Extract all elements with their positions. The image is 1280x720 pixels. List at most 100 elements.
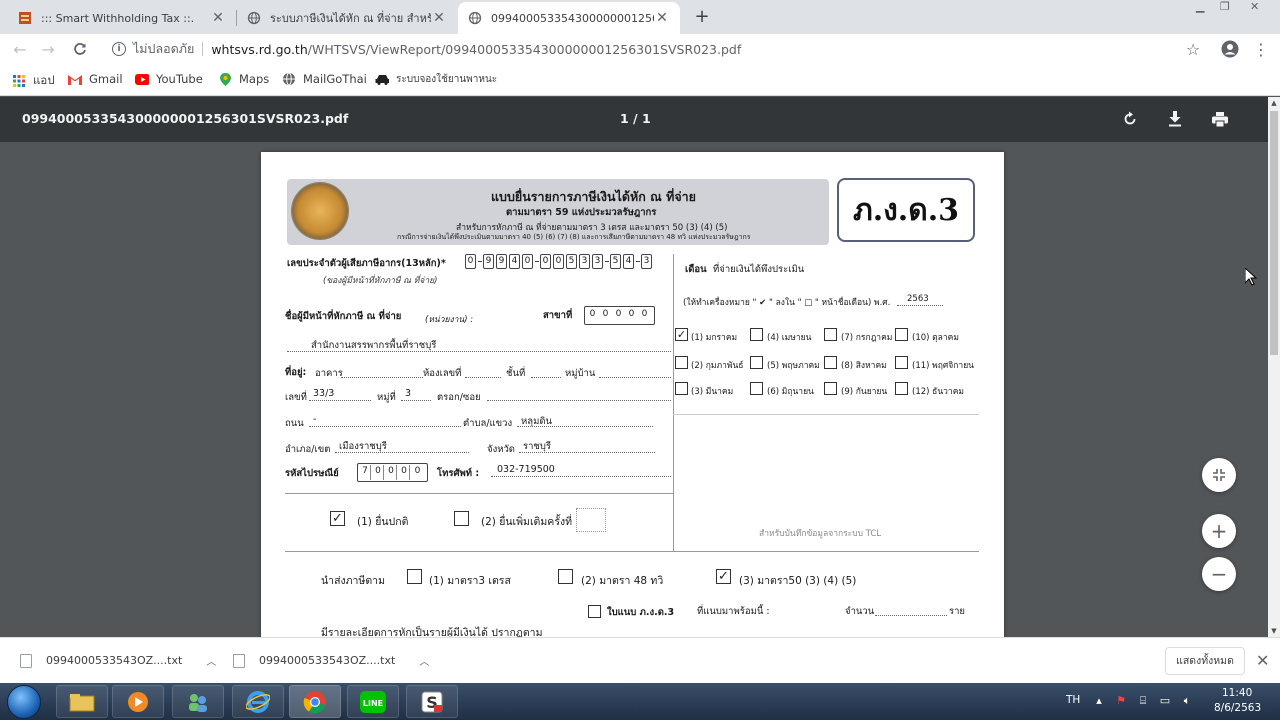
volume-icon[interactable]: 🔈︎: [1180, 694, 1194, 708]
pdf-document-area[interactable]: แบบยื่นรายการภาษีเงินได้หัก ณ ที่จ่าย ตา…: [0, 142, 1268, 637]
phone-value: 032-719500: [497, 464, 555, 475]
remit-48tawi-label: (2) มาตรา 48 ทวิ: [581, 575, 664, 587]
windows-taskbar: LINE S TH ▴ ⚑ ⌸ ▭ 🔈︎ 11:40 8/6/2563: [0, 683, 1280, 720]
month-checkbox-mar[interactable]: [675, 382, 688, 395]
chevron-up-icon[interactable]: ︿: [206, 653, 216, 668]
dotted-line: [401, 400, 431, 401]
remit-48tawi-checkbox[interactable]: [558, 569, 573, 584]
app-s-taskbar-icon[interactable]: S: [406, 685, 458, 718]
month-label-oct: (10) ตุลาคม: [912, 333, 959, 343]
car-icon: [375, 73, 389, 87]
restore-window-icon[interactable]: ❐: [1220, 0, 1230, 16]
month-checkbox-oct[interactable]: [895, 328, 908, 341]
line-taskbar-icon[interactable]: LINE: [347, 685, 399, 718]
start-button[interactable]: [7, 685, 41, 719]
month-checkbox-jan[interactable]: ✓: [675, 328, 688, 341]
network-people-taskbar-icon[interactable]: [172, 685, 224, 718]
usb-device-icon[interactable]: ⌸: [1136, 694, 1150, 708]
new-tab-button[interactable]: +: [693, 6, 711, 27]
tab-withholding-system[interactable]: ระบบภาษีเงินได้หัก ณ ที่จ่าย สำหรับผู้เ …: [237, 2, 457, 34]
digit-box: 3: [579, 254, 590, 269]
internet-explorer-taskbar-icon[interactable]: [232, 685, 284, 718]
info-icon[interactable]: i: [112, 42, 126, 56]
fit-to-page-button[interactable]: [1202, 458, 1236, 492]
count-label: จำนวน: [845, 606, 875, 617]
remit-label: นำส่งภาษีตาม: [321, 575, 385, 587]
month-checkbox-sep[interactable]: [824, 382, 837, 395]
month-checkbox-dec[interactable]: [895, 382, 908, 395]
bookmark-maps[interactable]: Maps: [218, 72, 269, 86]
forward-arrow-icon[interactable]: →: [38, 39, 58, 59]
month-label-aug: (8) สิงหาคม: [841, 361, 887, 371]
close-shelf-icon[interactable]: ✕: [1256, 651, 1269, 670]
floor-label: ชั้นที่: [506, 368, 526, 379]
address-bar[interactable]: i ไม่ปลอดภัย whtsvs.rd.go.th/WHTSVS/View…: [106, 37, 1212, 61]
tab-smart-withholding[interactable]: ::: Smart Withholding Tax ::. ✕: [8, 2, 236, 34]
digit-box: 0: [465, 254, 476, 269]
dotted-line: [519, 452, 655, 453]
tab-title: 099400053354300000001256301: [491, 11, 654, 25]
rotate-icon[interactable]: [1119, 108, 1141, 130]
page-scrollbar[interactable]: ▲ ▼: [1268, 97, 1280, 637]
dotted-line: [335, 452, 469, 453]
menu-kebab-icon[interactable]: ⋮: [1251, 39, 1271, 59]
taxid-label: เลขประจำตัวผู้เสียภาษีอากร(13หลัก)*: [287, 258, 446, 269]
filing-additional-checkbox[interactable]: [454, 511, 469, 526]
branch-digits: 0 0 0 0 0: [584, 306, 655, 325]
scroll-down-icon[interactable]: ▼: [1268, 625, 1280, 637]
scrollbar-thumb[interactable]: [1270, 111, 1278, 355]
remit-3tres-checkbox[interactable]: [407, 569, 422, 584]
file-icon: [233, 653, 245, 668]
month-checkbox-may[interactable]: [750, 356, 763, 369]
svg-text:LINE: LINE: [363, 699, 383, 708]
chrome-taskbar-icon[interactable]: [289, 685, 341, 718]
close-window-icon[interactable]: ✕: [1250, 0, 1259, 16]
additional-count-box: [576, 508, 606, 532]
bookmark-mailgothai[interactable]: MailGoThai: [282, 72, 367, 86]
reload-icon[interactable]: [70, 39, 90, 59]
back-arrow-icon[interactable]: ←: [10, 39, 30, 59]
filing-normal-checkbox[interactable]: ✓: [330, 511, 345, 526]
month-checkbox-jun[interactable]: [750, 382, 763, 395]
digit-box: 0: [641, 309, 648, 319]
form-subtitle: ตามมาตรา 59 แห่งประมวลรัษฎากร: [506, 207, 657, 218]
month-checkbox-aug[interactable]: [824, 356, 837, 369]
bookmark-youtube[interactable]: YouTube: [135, 72, 203, 86]
input-language-indicator[interactable]: TH: [1066, 694, 1080, 706]
clock-time[interactable]: 11:40: [1222, 687, 1252, 699]
show-hidden-icons-icon[interactable]: ▴: [1092, 694, 1106, 708]
remit-50-checkbox[interactable]: ✓: [716, 569, 731, 584]
explorer-taskbar-icon[interactable]: [56, 685, 108, 718]
account-avatar-icon[interactable]: [1220, 39, 1240, 59]
bookmark-star-icon[interactable]: ☆: [1183, 39, 1203, 59]
month-checkbox-apr[interactable]: [750, 328, 763, 341]
download-item[interactable]: 0994000533543OZ....txt ︿: [20, 653, 216, 668]
digit-box: 0: [602, 309, 609, 319]
zoom-out-button[interactable]: −: [1202, 557, 1236, 591]
show-all-downloads-button[interactable]: แสดงทั้งหมด: [1165, 647, 1245, 675]
tab-pdf-report[interactable]: 099400053354300000001256301 ✕: [458, 2, 680, 34]
zoom-in-button[interactable]: +: [1202, 514, 1236, 548]
bookmark-apps[interactable]: แอป: [12, 72, 55, 90]
chevron-up-icon[interactable]: ︿: [419, 653, 429, 668]
action-center-flag-icon[interactable]: ⚑: [1114, 694, 1128, 708]
close-tab-icon[interactable]: ✕: [654, 10, 670, 26]
print-icon[interactable]: [1209, 108, 1231, 130]
revenue-department-seal-icon: [291, 182, 349, 240]
month-checkbox-jul[interactable]: [824, 328, 837, 341]
close-tab-icon[interactable]: ✕: [210, 10, 226, 26]
bookmark-gmail[interactable]: Gmail: [68, 72, 123, 86]
month-checkbox-nov[interactable]: [895, 356, 908, 369]
scroll-up-icon[interactable]: ▲: [1268, 97, 1280, 109]
dotted-line: [341, 377, 423, 378]
bookmark-vehicle-booking[interactable]: ระบบจองใช้ยานพาหนะ: [375, 72, 497, 87]
attach-form-checkbox[interactable]: [588, 605, 601, 618]
media-player-taskbar-icon[interactable]: [112, 685, 164, 718]
network-icon[interactable]: ▭: [1158, 694, 1172, 708]
close-tab-icon[interactable]: ✕: [431, 10, 447, 26]
download-icon[interactable]: [1164, 108, 1186, 130]
month-checkbox-feb[interactable]: [675, 356, 688, 369]
clock-date[interactable]: 8/6/2563: [1214, 702, 1261, 714]
minimize-window-icon[interactable]: ▁: [1196, 0, 1204, 16]
download-item[interactable]: 0994000533543OZ....txt ︿: [233, 653, 429, 668]
